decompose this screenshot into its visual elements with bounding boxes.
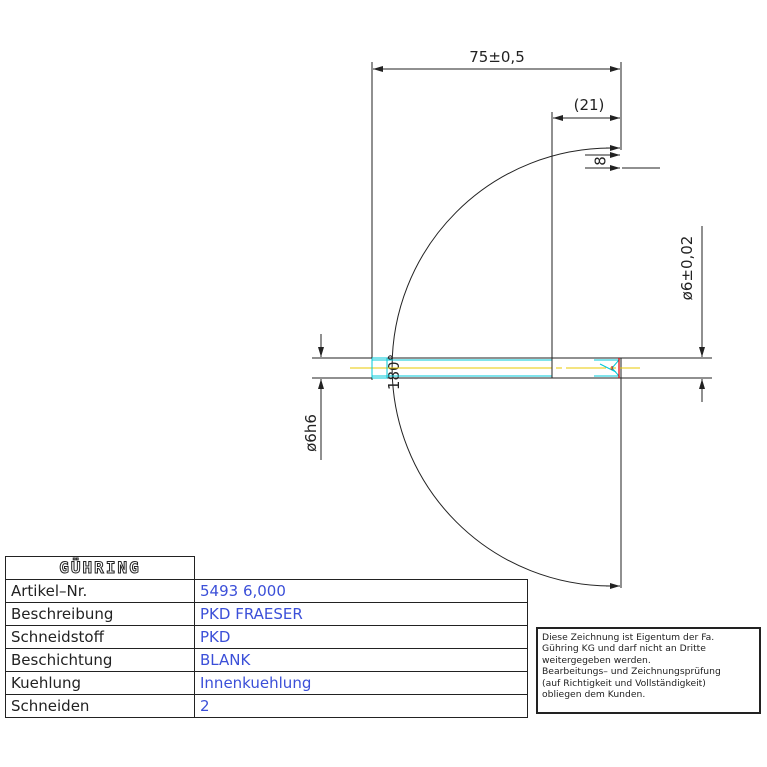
row-label: Schneidstoff bbox=[5, 625, 195, 649]
row-value: PKD FRAESER bbox=[194, 602, 528, 626]
title-block: GÜHRING Artikel–Nr. 5493 6,000 Beschreib… bbox=[5, 556, 528, 718]
table-row: Artikel–Nr. 5493 6,000 bbox=[5, 579, 528, 603]
table-row: Schneiden 2 bbox=[5, 694, 528, 718]
tip-length-dimension: (21) bbox=[551, 96, 620, 360]
brand-logo: GÜHRING bbox=[5, 556, 195, 580]
row-value: 2 bbox=[194, 694, 528, 718]
row-value: Innenkuehlung bbox=[194, 671, 528, 695]
row-value: BLANK bbox=[194, 648, 528, 672]
table-row: Beschichtung BLANK bbox=[5, 648, 528, 672]
table-row: Schneidstoff PKD bbox=[5, 625, 528, 649]
table-row: Beschreibung PKD FRAESER bbox=[5, 602, 528, 626]
angle-arc bbox=[391, 147, 612, 587]
table-row: Kuehlung Innenkuehlung bbox=[5, 671, 528, 695]
notice-line: Diese Zeichnung ist Eigentum der Fa. bbox=[542, 632, 715, 643]
row-label: Kuehlung bbox=[5, 671, 195, 695]
ownership-notice: Diese Zeichnung ist Eigentum der Fa. Güh… bbox=[536, 627, 761, 714]
row-value: 5493 6,000 bbox=[194, 579, 528, 603]
shank-diameter-label: ø6h6 bbox=[302, 414, 320, 452]
row-label: Beschichtung bbox=[5, 648, 195, 672]
angle-label: 180° bbox=[385, 354, 403, 390]
notice-line: obliegen dem Kunden. bbox=[542, 689, 646, 701]
tip-length-label: (21) bbox=[574, 96, 605, 114]
notice-line: Bearbeitungs– und Zeichnungsprüfung bbox=[542, 666, 721, 678]
overall-length-label: 75±0,5 bbox=[469, 48, 525, 66]
notice-line: weitergegeben werden. bbox=[542, 654, 651, 666]
tip-gap-dimension: 8 bbox=[585, 152, 660, 171]
row-label: Schneiden bbox=[5, 694, 195, 718]
tip-gap-label: 8 bbox=[592, 156, 610, 166]
head-diameter-dimension: ø6±0,02 bbox=[621, 226, 712, 402]
row-value: PKD bbox=[194, 625, 528, 649]
notice-line: Gühring KG und darf nicht an Dritte bbox=[542, 643, 706, 655]
row-label: Artikel–Nr. bbox=[5, 579, 195, 603]
shank-diameter-dimension: ø6h6 bbox=[302, 334, 372, 460]
notice-line: (auf Richtigkeit und Vollständigkeit) bbox=[542, 677, 706, 689]
row-label: Beschreibung bbox=[5, 602, 195, 626]
head-diameter-label: ø6±0,02 bbox=[678, 236, 696, 301]
